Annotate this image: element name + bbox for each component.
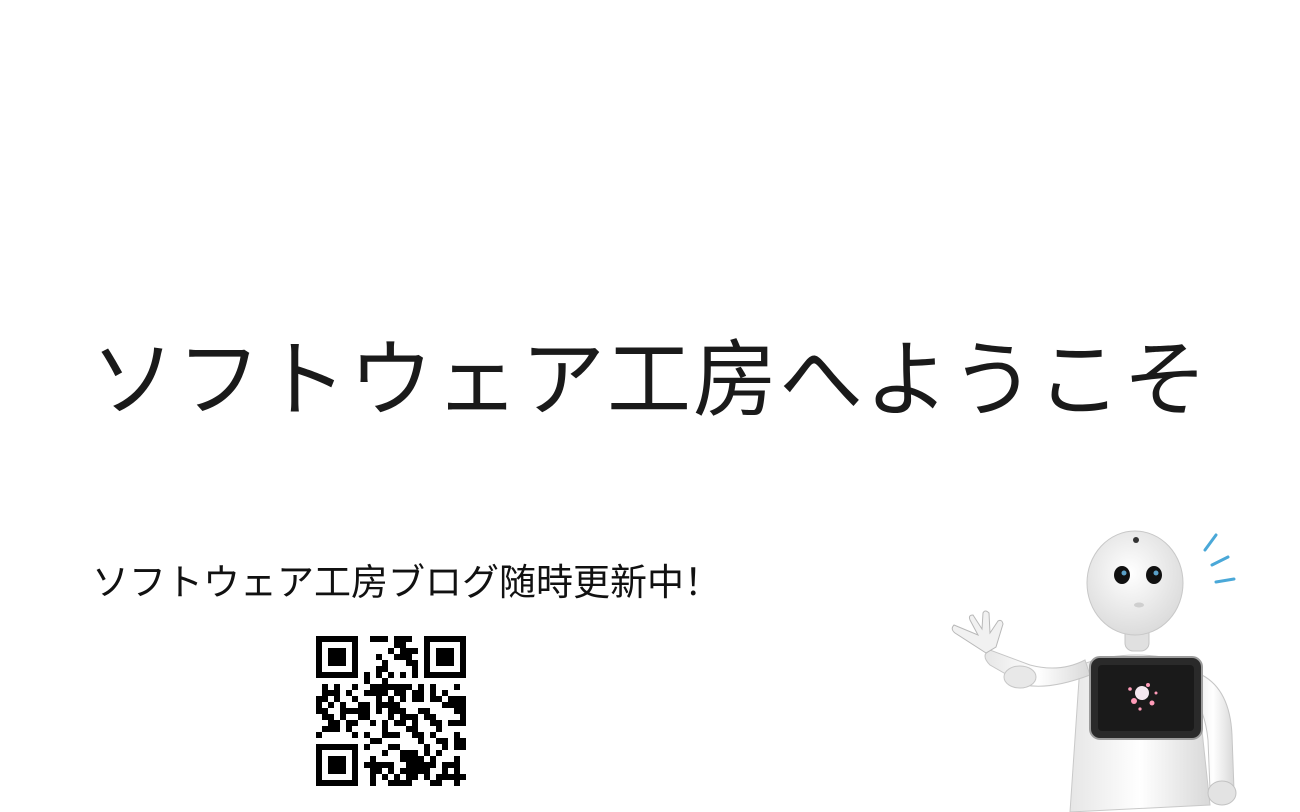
robot-icon	[951, 530, 1237, 812]
qr-code-graphic	[316, 636, 466, 786]
blog-notice-text: ソフトウェア工房ブログ随時更新中！	[92, 561, 721, 604]
robot-illustration	[920, 525, 1260, 812]
qr-code-icon[interactable]	[316, 636, 466, 786]
welcome-title: ソフトウェア工房へようこそ	[90, 331, 1209, 429]
